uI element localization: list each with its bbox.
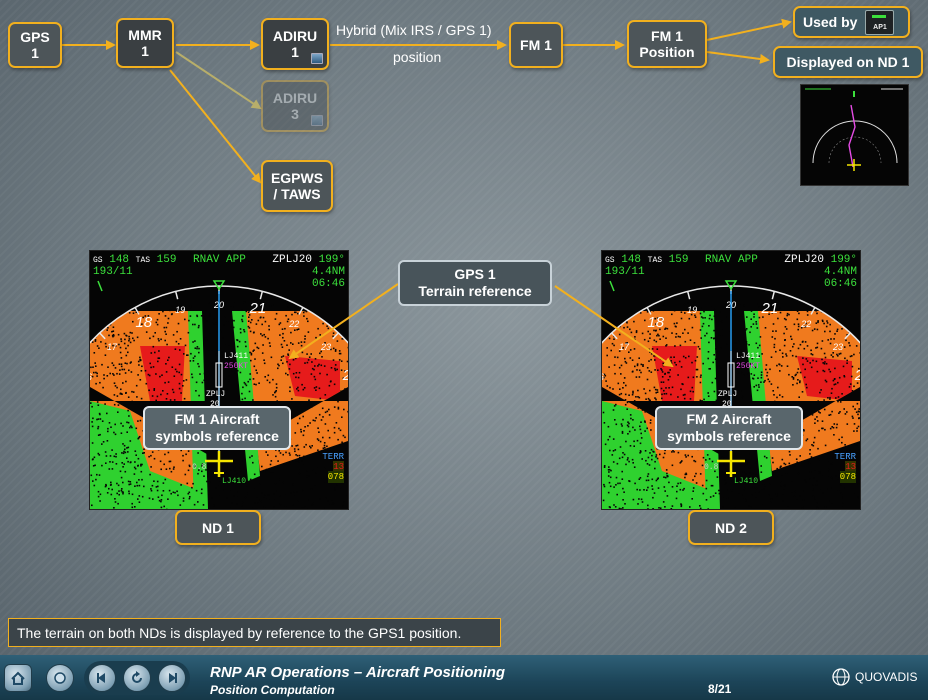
nd1-label: ND 1 (202, 519, 234, 536)
brand-name: QUOVADIS (855, 670, 918, 684)
help-button[interactable] (46, 664, 74, 692)
arrow-to-nd2-terrain (554, 285, 674, 368)
caption-text: The terrain on both NDs is displayed by … (8, 618, 501, 647)
next-icon (169, 673, 177, 683)
nd2-aircraft-callout: FM 2 Aircraft symbols reference (655, 406, 803, 450)
previous-button[interactable] (88, 664, 116, 692)
next-button[interactable] (158, 664, 186, 692)
footer-title: RNP AR Operations – Aircraft Positioning (210, 664, 506, 681)
nd1-callout-line1: FM 1 Aircraft (174, 411, 260, 427)
arrow-to-nd1-terrain (288, 283, 399, 360)
page-indicator: 8/21 (708, 682, 732, 696)
home-button[interactable] (4, 664, 32, 692)
help-icon (54, 672, 66, 684)
home-icon (11, 671, 25, 685)
nd2-label-box: ND 2 (688, 510, 774, 545)
nd2-callout-line2: symbols reference (667, 428, 791, 444)
previous-icon (97, 673, 105, 683)
gps1-terrain-line2: Terrain reference (418, 283, 532, 299)
gps1-terrain-callout: GPS 1 Terrain reference (398, 260, 552, 306)
nd2-callout-line1: FM 2 Aircraft (686, 411, 772, 427)
brand-logo: QUOVADIS (830, 667, 917, 687)
footer-subtitle: Position Computation (210, 683, 335, 697)
gps1-terrain-line1: GPS 1 (454, 266, 496, 282)
nd2-label: ND 2 (715, 519, 747, 536)
nd1-label-box: ND 1 (175, 510, 261, 545)
nd1-aircraft-callout: FM 1 Aircraft symbols reference (143, 406, 291, 450)
quovadis-logo-icon (832, 668, 850, 686)
replay-icon (132, 671, 142, 683)
replay-button[interactable] (123, 664, 151, 692)
nd1-callout-line2: symbols reference (155, 428, 279, 444)
